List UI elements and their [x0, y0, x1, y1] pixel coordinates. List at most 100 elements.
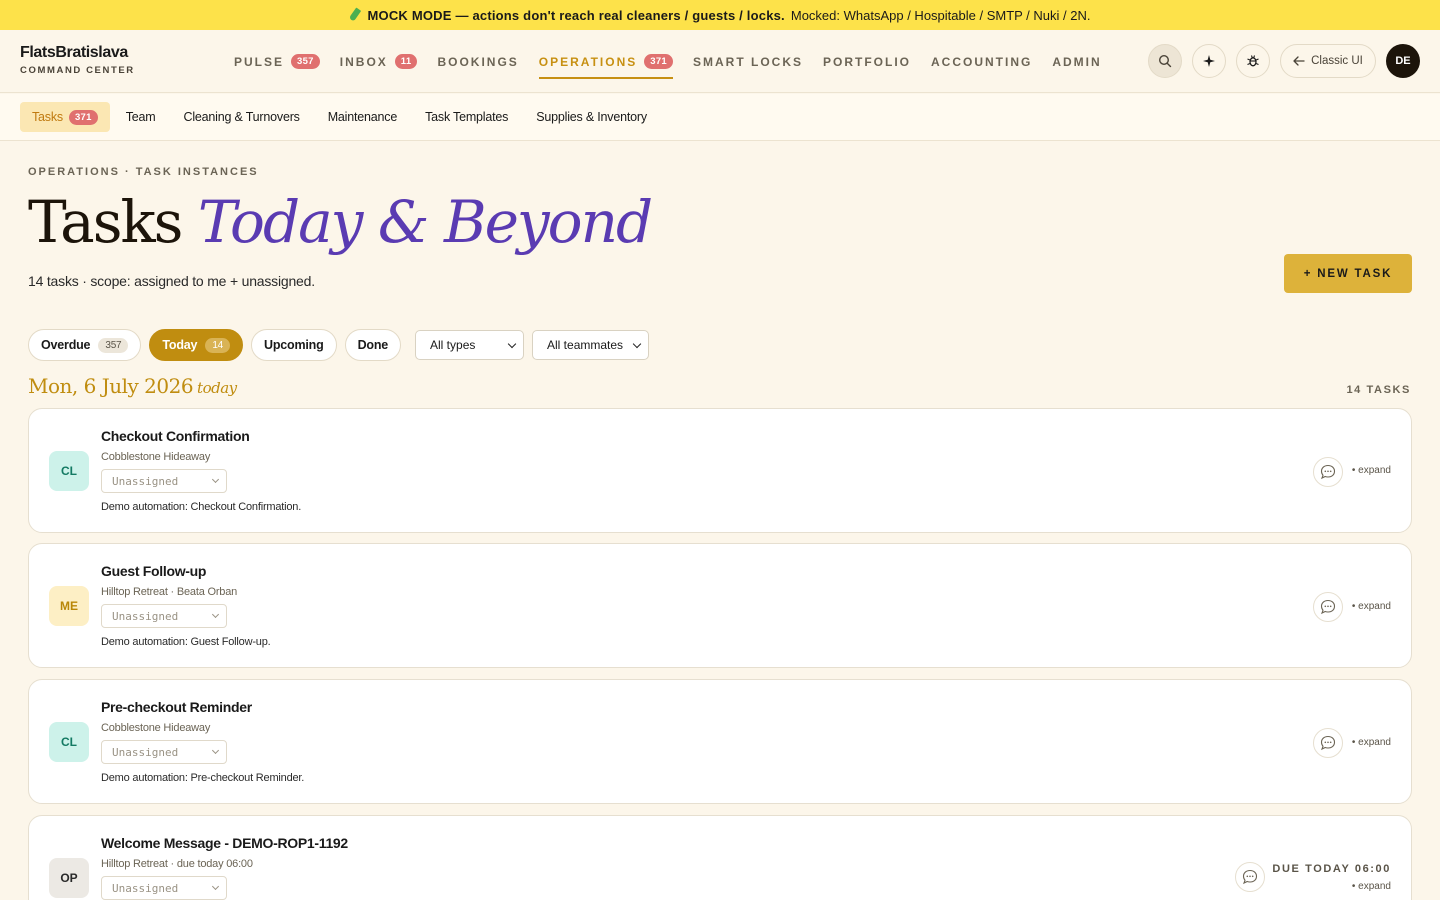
task-title[interactable]: Checkout Confirmation	[101, 428, 250, 444]
expand-link[interactable]: • expand	[1352, 881, 1391, 892]
nav-admin[interactable]: ADMIN	[1052, 30, 1101, 93]
task-title[interactable]: Welcome Message - DEMO-ROP1-1192	[101, 835, 348, 851]
assignee-select[interactable]: Unassigned	[101, 740, 227, 764]
nav-accounting[interactable]: ACCOUNTING	[931, 30, 1032, 93]
assignee-value: Unassigned	[112, 745, 179, 759]
brand[interactable]: FlatsBratislava COMMAND CENTER	[20, 44, 135, 76]
comment-button[interactable]	[1235, 862, 1265, 892]
operations-subnav: Tasks 371 Team Cleaning & Turnovers Main…	[0, 94, 1440, 141]
task-meta: Hilltop Retreat · due today 06:00	[101, 858, 253, 870]
tab-team[interactable]: Team	[114, 102, 168, 132]
mock-mode-headline: MOCK MODE — actions don't reach real cle…	[367, 7, 785, 23]
tab-label: Task Templates	[425, 110, 509, 124]
comment-button[interactable]	[1313, 457, 1343, 487]
comment-button[interactable]	[1313, 592, 1343, 622]
day-heading: Mon, 6 July 2026 today	[28, 374, 237, 398]
due-label: DUE TODAY 06:00	[1272, 863, 1391, 875]
brand-subtitle: COMMAND CENTER	[20, 65, 135, 76]
top-bar: FlatsBratislava COMMAND CENTER PULSE 357…	[0, 30, 1440, 93]
comment-button[interactable]	[1313, 728, 1343, 758]
chat-bubble-icon	[1320, 464, 1336, 480]
search-icon	[1158, 54, 1172, 68]
filter-count: 14	[205, 337, 231, 353]
filter-upcoming[interactable]: Upcoming	[251, 329, 337, 361]
filter-label: Overdue	[41, 338, 91, 352]
day-today-label: today	[197, 379, 237, 397]
assignee-select[interactable]: Unassigned	[101, 469, 227, 493]
filter-label: Done	[357, 338, 389, 352]
task-card[interactable]: CL Pre-checkout Reminder Cobblestone Hid…	[28, 679, 1412, 804]
expand-link[interactable]: • expand	[1352, 601, 1391, 612]
nav-inbox[interactable]: INBOX 11	[340, 30, 418, 93]
task-card[interactable]: ME Guest Follow-up Hilltop Retreat · Bea…	[28, 543, 1412, 668]
chevron-down-icon	[632, 339, 642, 348]
arrow-left-icon	[1293, 56, 1305, 66]
assignee-select[interactable]: Unassigned	[101, 876, 227, 900]
task-meta: Cobblestone Hideaway	[101, 451, 211, 463]
nav-operations[interactable]: OPERATIONS 371	[538, 30, 674, 93]
nav-label: PORTFOLIO	[823, 54, 912, 69]
expand-link[interactable]: • expand	[1352, 465, 1391, 476]
ai-assistant-button[interactable]	[1192, 44, 1226, 78]
chevron-down-icon	[507, 339, 517, 348]
nav-label: ADMIN	[1052, 54, 1102, 69]
sparkle-icon	[1203, 55, 1215, 67]
main-nav: PULSE 357 INBOX 11 BOOKINGS OPERATIONS 3…	[234, 30, 1102, 93]
nav-portfolio[interactable]: PORTFOLIO	[823, 30, 911, 93]
chat-bubble-icon	[1320, 599, 1336, 615]
filter-count: 357	[98, 337, 129, 353]
expand-link[interactable]: • expand	[1352, 737, 1391, 748]
classic-ui-label: Classic UI	[1311, 55, 1363, 67]
filter-today[interactable]: Today 14	[149, 329, 244, 361]
select-value: All teammates	[547, 338, 624, 352]
day-task-count: 14 TASKS	[1346, 384, 1411, 396]
tab-label: Supplies & Inventory	[536, 110, 647, 124]
assignee-value: Unassigned	[112, 609, 179, 623]
nav-smart-locks[interactable]: SMART LOCKS	[693, 30, 803, 93]
task-card[interactable]: OP Welcome Message - DEMO-ROP1-1192 Hill…	[28, 815, 1412, 900]
chevron-down-icon	[211, 610, 220, 619]
chat-bubble-icon	[1320, 735, 1336, 751]
nav-badge: 371	[644, 54, 674, 69]
task-meta: Hilltop Retreat · Beata Orban	[101, 586, 238, 598]
task-meta: Cobblestone Hideaway	[101, 722, 211, 734]
tab-tasks[interactable]: Tasks 371	[20, 102, 110, 132]
filter-overdue[interactable]: Overdue 357	[28, 329, 142, 361]
tab-label: Tasks	[32, 110, 63, 124]
teammate-select[interactable]: All teammates	[532, 330, 650, 360]
user-avatar[interactable]: DE	[1386, 44, 1420, 78]
nav-badge: 11	[394, 54, 418, 69]
filter-label: Today	[162, 338, 198, 352]
task-title[interactable]: Guest Follow-up	[101, 563, 206, 579]
task-filters: Overdue 357 Today 14 Upcoming Done All t…	[28, 329, 650, 361]
tab-task-templates[interactable]: Task Templates	[413, 102, 520, 132]
chat-bubble-icon	[1242, 869, 1258, 885]
nav-label: PULSE	[234, 54, 285, 69]
tab-cleaning-turnovers[interactable]: Cleaning & Turnovers	[172, 102, 312, 132]
search-button[interactable]	[1148, 44, 1182, 78]
filter-done[interactable]: Done	[344, 329, 402, 361]
task-type-tag: CL	[49, 451, 89, 491]
task-type-select[interactable]: All types	[415, 330, 525, 360]
select-value: All types	[430, 338, 476, 352]
debug-button[interactable]	[1236, 44, 1270, 78]
chevron-down-icon	[211, 475, 220, 484]
mock-mode-banner: MOCK MODE — actions don't reach real cle…	[0, 0, 1440, 30]
task-title[interactable]: Pre-checkout Reminder	[101, 699, 252, 715]
task-description: Demo automation: Checkout Confirmation.	[101, 501, 302, 513]
task-scope-summary: 14 tasks · scope: assigned to me + unass…	[28, 273, 315, 289]
task-card[interactable]: CL Checkout Confirmation Cobblestone Hid…	[28, 408, 1412, 533]
nav-bookings[interactable]: BOOKINGS	[437, 30, 518, 93]
new-task-button[interactable]: + NEW TASK	[1284, 254, 1412, 293]
task-type-tag: ME	[49, 586, 89, 626]
task-type-tag: CL	[49, 722, 89, 762]
brand-name: FlatsBratislava	[20, 44, 128, 61]
nav-label: OPERATIONS	[538, 54, 638, 69]
chevron-down-icon	[211, 882, 220, 891]
task-description: Demo automation: Guest Follow-up.	[101, 636, 271, 648]
tab-maintenance[interactable]: Maintenance	[316, 102, 409, 132]
classic-ui-button[interactable]: Classic UI	[1280, 44, 1376, 78]
assignee-select[interactable]: Unassigned	[101, 604, 227, 628]
tab-supplies-inventory[interactable]: Supplies & Inventory	[524, 102, 659, 132]
nav-pulse[interactable]: PULSE 357	[234, 30, 320, 93]
